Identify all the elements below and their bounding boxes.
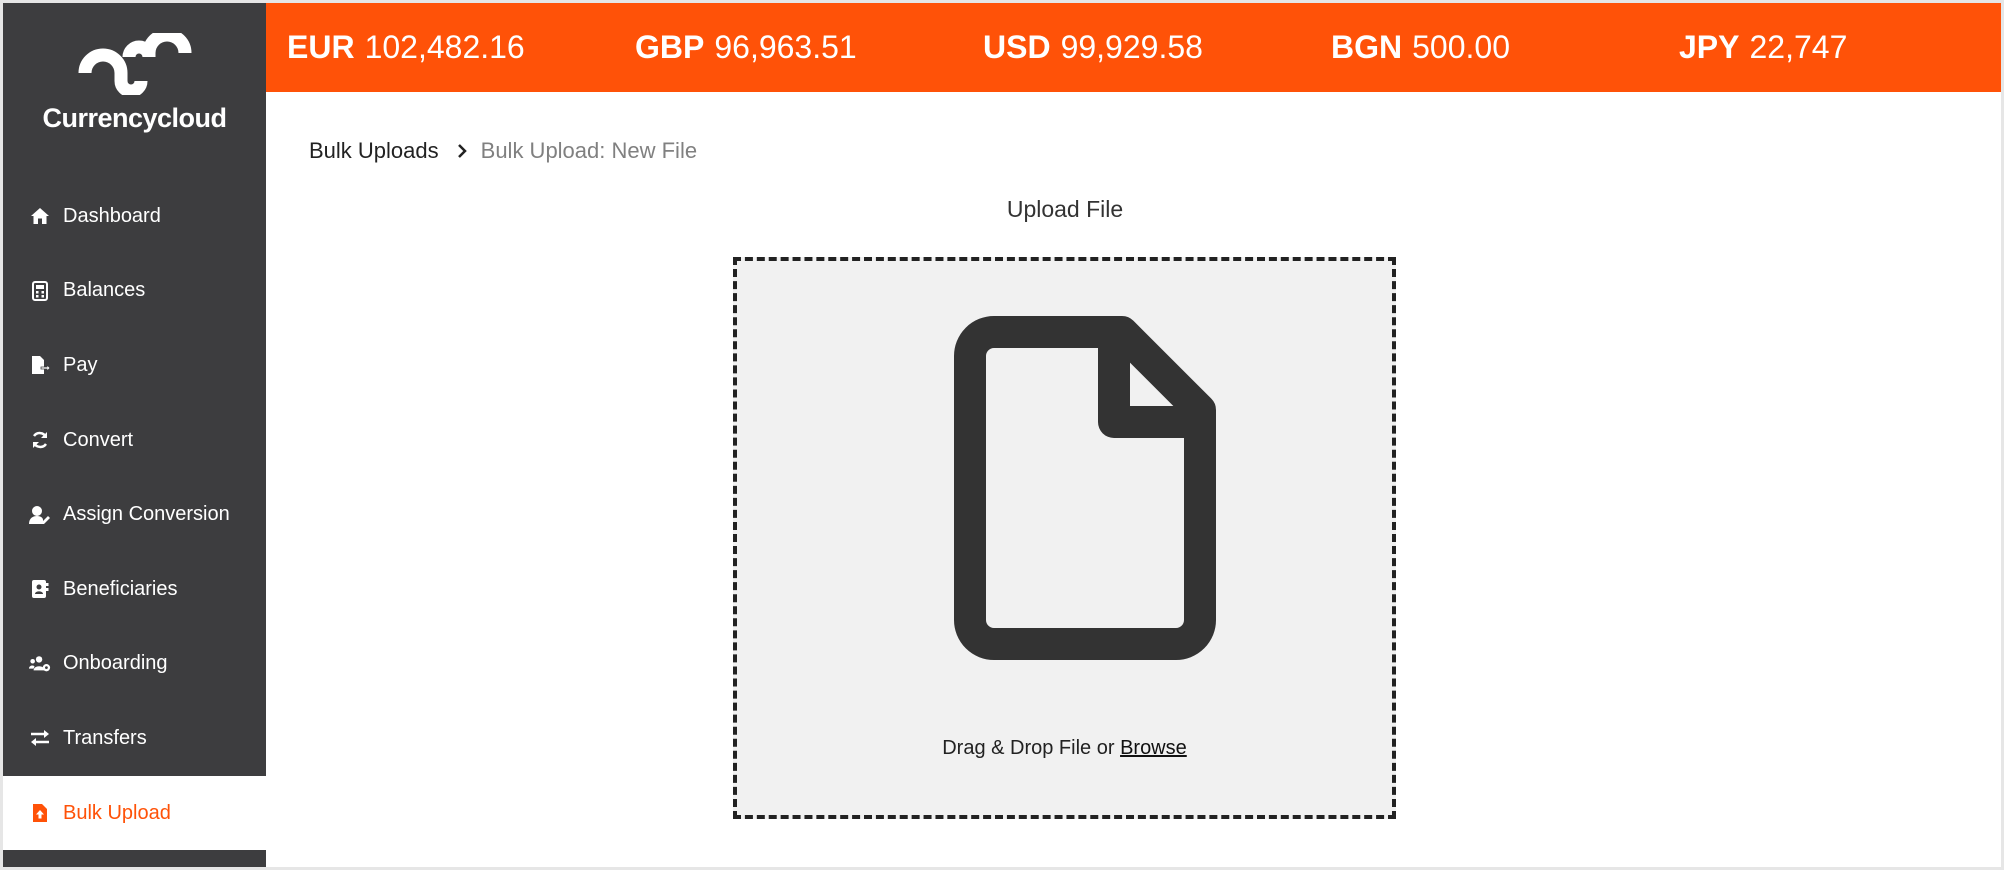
breadcrumb: Bulk Uploads Bulk Upload: New File	[309, 136, 697, 166]
sidebar-item-label: Dashboard	[63, 204, 161, 227]
sidebar-item-label: Onboarding	[63, 652, 168, 675]
logo-text: Currencycloud	[42, 103, 227, 133]
breadcrumb-current: Bulk Upload: New File	[480, 138, 698, 163]
currency-code: USD	[983, 29, 1051, 65]
sidebar-item-assign-conversion[interactable]: Assign Conversion	[3, 477, 266, 552]
sidebar-item-balances[interactable]: Balances	[3, 254, 266, 329]
currencycloud-logo-icon	[78, 33, 191, 95]
browse-link[interactable]: Browse	[1120, 737, 1187, 759]
chevron-right-icon	[457, 144, 467, 158]
sidebar-item-label: Convert	[63, 428, 134, 451]
exchange-icon	[29, 727, 51, 749]
currency-amount: 22,747	[1749, 29, 1848, 65]
sidebar-item-label: Bulk Upload	[63, 801, 171, 824]
sidebar-item-pay[interactable]: Pay	[3, 328, 266, 403]
currency-code: EUR	[287, 29, 355, 65]
currency-amount: 500.00	[1412, 29, 1510, 65]
file-dropzone[interactable]: Drag & Drop File or Browse	[733, 257, 1396, 819]
currency-code: GBP	[635, 29, 705, 65]
sidebar-nav: Dashboard Balances Pay Convert Assign Co…	[3, 179, 266, 851]
balance-jpy[interactable]: JPY 22,747	[1679, 3, 1847, 92]
sidebar-item-bulk-upload[interactable]: Bulk Upload	[3, 775, 266, 851]
currency-code: JPY	[1679, 29, 1740, 65]
sidebar: Currencycloud Dashboard Balances Pay Con…	[3, 3, 266, 867]
sidebar-item-transfers[interactable]: Transfers	[3, 701, 266, 776]
currency-amount: 102,482.16	[364, 29, 525, 65]
currency-code: BGN	[1331, 29, 1403, 65]
upload-title: Upload File	[1006, 196, 1124, 222]
sidebar-item-convert[interactable]: Convert	[3, 403, 266, 478]
currency-amount: 96,963.51	[714, 29, 857, 65]
calculator-icon	[29, 280, 51, 302]
currency-amount: 99,929.58	[1060, 29, 1203, 65]
sidebar-item-label: Balances	[63, 279, 146, 302]
user-edit-icon	[29, 504, 51, 526]
file-icon	[954, 316, 1216, 660]
balance-bgn[interactable]: BGN 500.00	[1331, 3, 1510, 92]
sidebar-item-beneficiaries[interactable]: Beneficiaries	[3, 552, 266, 627]
sidebar-item-label: Transfers	[63, 726, 147, 749]
sidebar-item-label: Beneficiaries	[63, 577, 178, 600]
file-upload-icon	[29, 802, 51, 824]
logo[interactable]: Currencycloud	[3, 3, 266, 179]
balances-bar: EUR 102,482.16 GBP 96,963.51 USD 99,929.…	[266, 3, 2001, 92]
users-cog-icon	[29, 653, 51, 675]
sidebar-item-label: Pay	[63, 353, 98, 376]
drop-instructions: Drag & Drop File or Browse	[737, 737, 1392, 760]
sidebar-item-dashboard[interactable]: Dashboard	[3, 179, 266, 254]
drop-text: Drag & Drop File or	[942, 737, 1115, 759]
home-icon	[29, 205, 51, 227]
balance-gbp[interactable]: GBP 96,963.51	[635, 3, 857, 92]
sidebar-item-label: Assign Conversion	[63, 503, 230, 526]
sidebar-item-onboarding[interactable]: Onboarding	[3, 627, 266, 702]
address-book-icon	[29, 578, 51, 600]
balance-eur[interactable]: EUR 102,482.16	[287, 3, 525, 92]
file-export-icon	[29, 354, 51, 376]
balance-usd[interactable]: USD 99,929.58	[983, 3, 1203, 92]
breadcrumb-link-bulk-uploads[interactable]: Bulk Uploads	[309, 138, 439, 164]
sync-icon	[29, 429, 51, 451]
